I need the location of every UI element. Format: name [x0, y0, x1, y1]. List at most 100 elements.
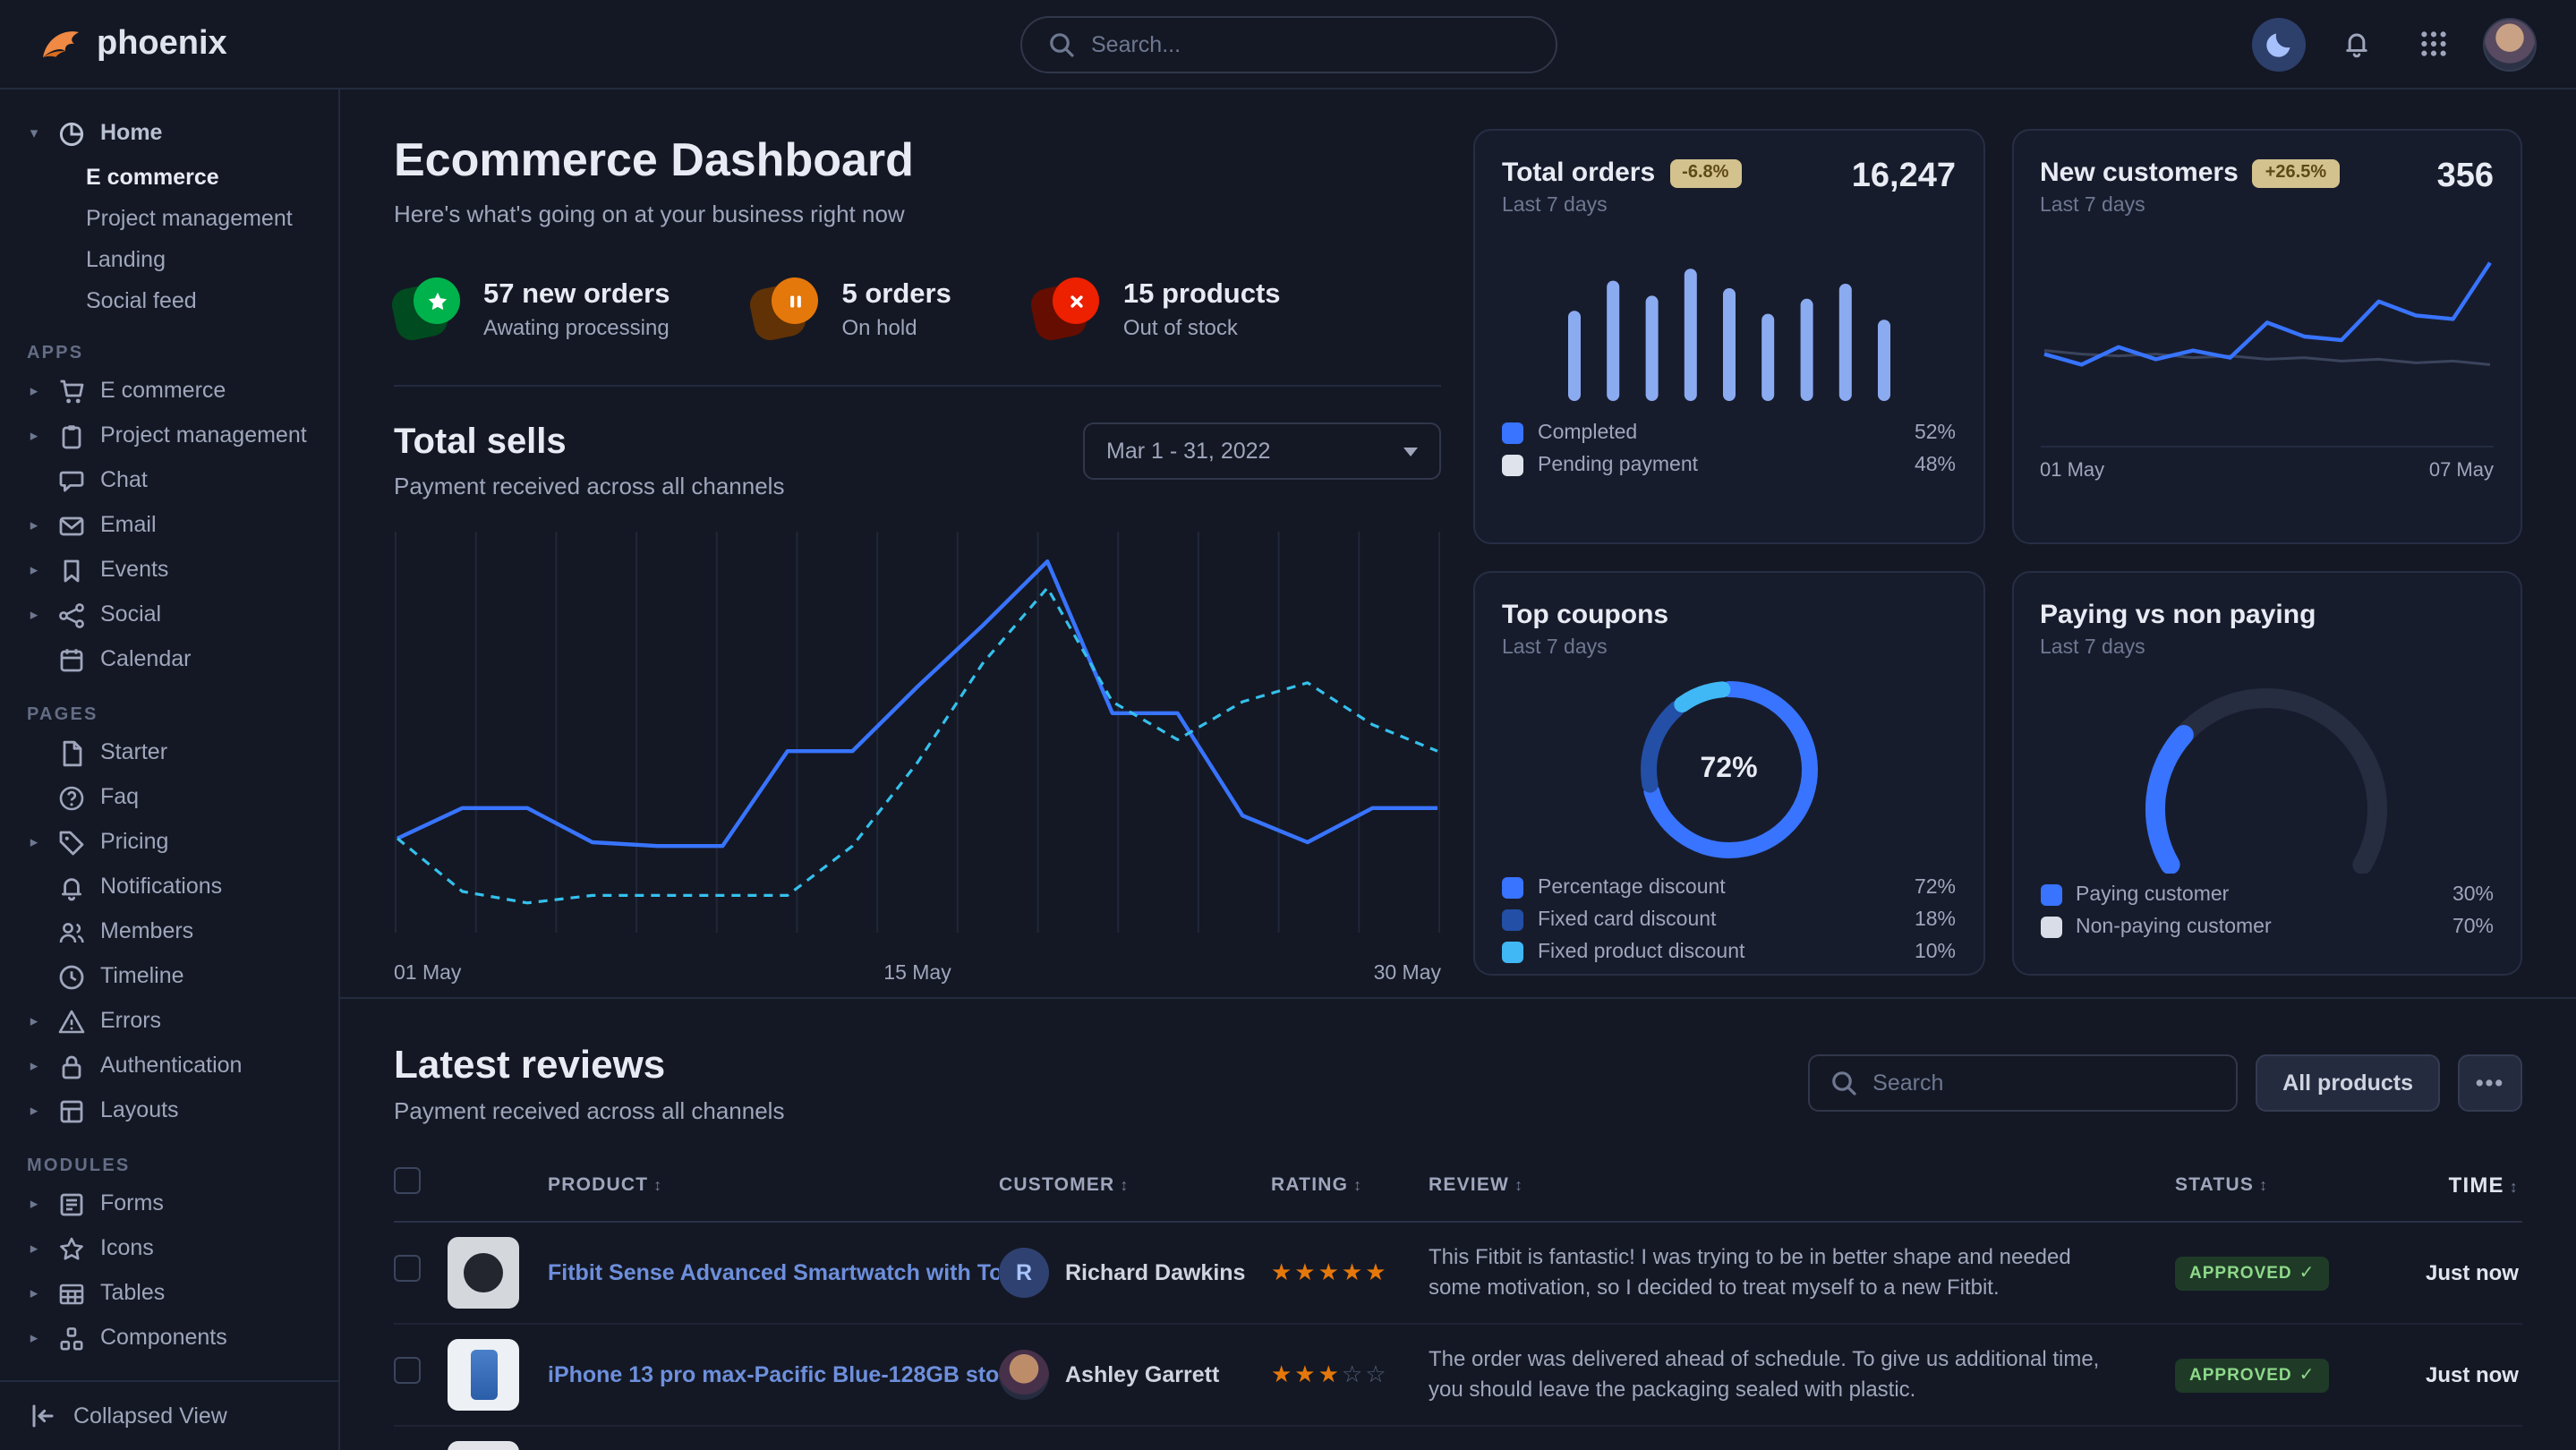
sidebar-item-components[interactable]: ▸Components	[0, 1316, 338, 1360]
column-header-product[interactable]: PRODUCT↕	[548, 1174, 999, 1196]
x-tick: 15 May	[883, 963, 951, 985]
reviews-controls: All products •••	[1808, 1054, 2522, 1112]
global-search[interactable]	[1019, 15, 1557, 72]
sidebar-item-members[interactable]: Members	[0, 909, 338, 954]
total-orders-card: Total orders -6.8% Last 7 days 16,247 Co…	[1473, 129, 1984, 544]
new-customers-card: New customers +26.5% Last 7 days 356 01 …	[2011, 129, 2522, 544]
more-options-button[interactable]: •••	[2458, 1054, 2522, 1112]
column-header-time[interactable]: TIME↕	[2386, 1173, 2522, 1198]
collapsed-view-toggle[interactable]: Collapsed View	[0, 1380, 338, 1450]
sidebar-item-label: Components	[100, 1325, 227, 1352]
legend-swatch	[1502, 877, 1523, 899]
sidebar-item-errors[interactable]: ▸Errors	[0, 999, 338, 1044]
sidebar-item-social[interactable]: ▸Social	[0, 593, 338, 637]
customer-cell: RRichard Dawkins	[999, 1248, 1271, 1298]
sidebar-item-chat[interactable]: Chat	[0, 458, 338, 503]
rating-stars-filled: ★★★★★	[1271, 1258, 1389, 1285]
x-tick: 30 May	[1374, 963, 1441, 985]
sidebar-item-starter[interactable]: Starter	[0, 730, 338, 775]
sidebar-item-pricing[interactable]: ▸Pricing	[0, 820, 338, 865]
customer-name: Richard Dawkins	[1065, 1260, 1245, 1285]
sidebar-subitem-social-feed[interactable]: Social feed	[0, 279, 338, 320]
caret-down-icon: ▾	[25, 124, 43, 142]
layout-icon	[57, 1096, 86, 1125]
theme-toggle-button[interactable]	[2252, 17, 2306, 71]
pause-glyph-icon	[784, 289, 807, 312]
sidebar-subitem-e-commerce[interactable]: E commerce	[0, 156, 338, 197]
caret-right-icon: ▸	[25, 1102, 43, 1120]
sidebar-item-label: Calendar	[100, 646, 191, 673]
sidebar-item-label: Forms	[100, 1190, 164, 1217]
column-header-status[interactable]: STATUS↕	[2175, 1174, 2386, 1196]
total-orders-bar-chart	[1568, 243, 1890, 401]
review-time: Just now	[2386, 1362, 2522, 1387]
sidebar-item-email[interactable]: ▸Email	[0, 503, 338, 548]
all-products-button[interactable]: All products	[2256, 1054, 2440, 1112]
card-title: New customers	[2040, 158, 2239, 188]
total-sells-chart-svg	[394, 528, 1441, 940]
sidebar-item-forms[interactable]: ▸Forms	[0, 1181, 338, 1226]
star-glyph-icon	[425, 289, 448, 312]
legend-label: Fixed card discount	[1538, 909, 1716, 931]
legend-value: 72%	[1915, 877, 1956, 899]
status-badge: APPROVED✓	[2175, 1257, 2329, 1291]
tag-icon	[57, 828, 86, 857]
question-icon	[57, 783, 86, 812]
legend-label: Percentage discount	[1538, 877, 1726, 899]
sidebar-item-layouts[interactable]: ▸Layouts	[0, 1088, 338, 1133]
sidebar-item-tables[interactable]: ▸Tables	[0, 1271, 338, 1316]
customer-name: Ashley Garrett	[1065, 1362, 1219, 1387]
x-tick: 01 May	[2040, 460, 2104, 482]
legend-row-non-paying-customer: Non-paying customer70%	[2040, 917, 2494, 938]
date-range-select[interactable]: Mar 1 - 31, 2022	[1083, 422, 1441, 480]
x-tick: 01 May	[394, 963, 461, 985]
legend-row-completed: Completed52%	[1502, 422, 1956, 444]
reviews-search-input[interactable]	[1872, 1070, 2216, 1096]
sidebar-item-authentication[interactable]: ▸Authentication	[0, 1044, 338, 1088]
column-header-customer[interactable]: CUSTOMER↕	[999, 1174, 1271, 1196]
sidebar-item-home[interactable]: ▾ Home	[0, 111, 338, 156]
caret-right-icon: ▸	[25, 833, 43, 851]
caret-right-icon: ▸	[25, 561, 43, 579]
sidebar-item-label: Timeline	[100, 963, 184, 990]
legend-swatch	[1502, 422, 1523, 444]
collapsed-view-label: Collapsed View	[73, 1403, 227, 1429]
sidebar-item-e-commerce[interactable]: ▸E commerce	[0, 369, 338, 414]
apps-menu-button[interactable]	[2406, 17, 2460, 71]
search-input[interactable]	[1091, 31, 1530, 56]
column-header-rating[interactable]: RATING↕	[1271, 1174, 1429, 1196]
sidebar-subitem-project-management[interactable]: Project management	[0, 197, 338, 238]
row-checkbox-cell	[394, 1357, 448, 1393]
stat-blob-front	[1053, 277, 1100, 324]
sidebar-item-icons[interactable]: ▸Icons	[0, 1226, 338, 1271]
caret-right-icon: ▸	[25, 1057, 43, 1075]
row-checkbox[interactable]	[394, 1357, 421, 1384]
users-icon	[57, 917, 86, 946]
user-avatar[interactable]	[2483, 17, 2537, 71]
sidebar-item-faq[interactable]: Faq	[0, 775, 338, 820]
cross-glyph-icon	[1065, 289, 1088, 312]
total-orders-value: 16,247	[1852, 158, 1956, 197]
notifications-button[interactable]	[2329, 17, 2383, 71]
card-period: Last 7 days	[1502, 195, 1741, 217]
reviews-search[interactable]	[1808, 1054, 2238, 1112]
product-link[interactable]: Fitbit Sense Advanced Smartwatch with To…	[548, 1260, 999, 1285]
legend-label: Fixed product discount	[1538, 942, 1744, 963]
brand[interactable]: phoenix	[39, 22, 227, 65]
sidebar-item-project-management[interactable]: ▸Project management	[0, 414, 338, 458]
stat-label: On hold	[842, 315, 951, 340]
sidebar-item-timeline[interactable]: Timeline	[0, 954, 338, 999]
sidebar-item-label: Events	[100, 557, 168, 584]
sidebar-nav: ▾ Home E commerceProject managementLandi…	[0, 90, 338, 1360]
row-checkbox[interactable]	[394, 1255, 421, 1282]
sidebar-subitem-landing[interactable]: Landing	[0, 238, 338, 279]
sidebar-item-label: Notifications	[100, 874, 222, 900]
sidebar-item-events[interactable]: ▸ Events	[0, 548, 338, 593]
caret-right-icon: ▸	[25, 1284, 43, 1302]
sidebar-item-calendar[interactable]: Calendar	[0, 637, 338, 682]
top-navbar: phoenix	[0, 0, 2576, 90]
sidebar-item-notifications[interactable]: Notifications	[0, 865, 338, 909]
select-all-checkbox[interactable]	[394, 1167, 421, 1194]
product-link[interactable]: iPhone 13 pro max-Pacific Blue-128GB sto…	[548, 1362, 999, 1387]
column-header-review[interactable]: REVIEW↕	[1429, 1174, 2175, 1196]
